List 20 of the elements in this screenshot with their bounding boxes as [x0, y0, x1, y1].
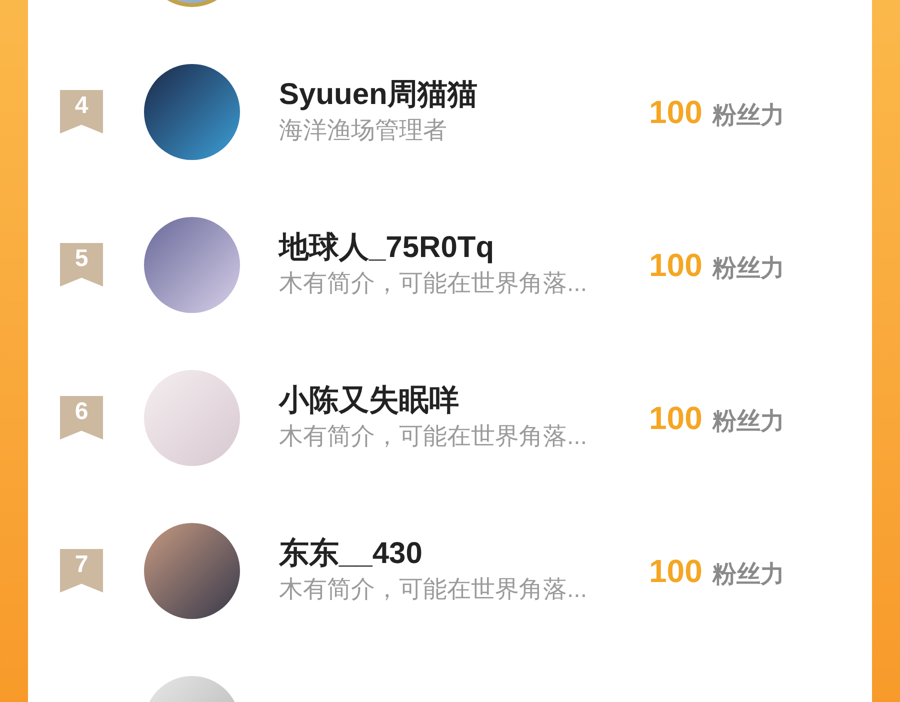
rank-ribbon: 4: [60, 90, 103, 134]
fan-score: 100: [649, 552, 702, 590]
user-bio: 木有简介，可能在世界角落...: [279, 574, 588, 604]
fan-score-unit: 粉丝力: [712, 100, 784, 130]
fan-score-unit: 粉丝力: [712, 560, 784, 590]
rank-ribbon: 6: [60, 396, 103, 440]
fan-score-unit: 粉丝力: [712, 406, 784, 436]
user-name[interactable]: 地球人_75R0Tq: [279, 228, 649, 266]
rank-ribbon: 7: [60, 548, 103, 592]
fan-score: 100: [649, 92, 702, 132]
rank-ribbon: 5: [60, 242, 103, 286]
user-name[interactable]: Syuuen周猫猫: [279, 76, 649, 114]
fan-score: 100: [649, 398, 702, 438]
user-bio: 木有简介，可能在世界角落...: [279, 268, 588, 298]
user-name[interactable]: 小陈又失眠咩: [279, 382, 649, 420]
user-name[interactable]: 东东__430: [279, 534, 649, 572]
user-bio: 木有简介，可能在世界角落...: [279, 422, 588, 452]
user-bio: 海洋渔场管理者: [279, 116, 448, 146]
fan-score: 100: [649, 246, 702, 284]
fan-score-unit: 粉丝力: [712, 254, 784, 284]
